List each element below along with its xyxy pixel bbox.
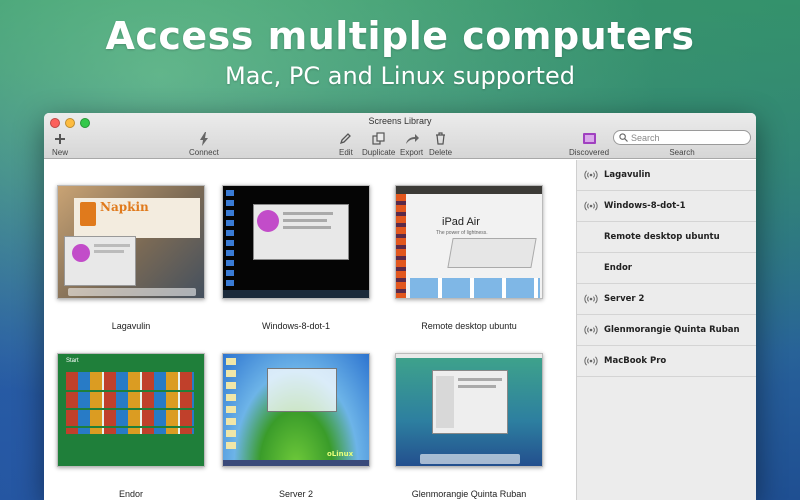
screen-name: Glenmorangie Quinta Ruban xyxy=(411,489,527,499)
screen-name: Lagavulin xyxy=(111,321,151,331)
sidebar-item-remote-desktop-ubuntu[interactable]: Remote desktop ubuntu xyxy=(577,222,756,253)
screens-library-window: Screens Library New Connect Edit Duplica… xyxy=(44,113,756,500)
headline: Access multiple computers xyxy=(105,14,695,58)
search-label: Search xyxy=(669,148,695,157)
discovered-button[interactable]: Discovered xyxy=(569,130,609,157)
broadcast-icon xyxy=(584,325,598,335)
lightning-icon xyxy=(199,130,209,147)
search-input[interactable] xyxy=(631,132,741,143)
screen-tile-windows-8-dot-1[interactable]: Windows-8-dot-1 xyxy=(222,185,370,331)
new-button[interactable]: New xyxy=(52,130,68,157)
napkin-logo-text: Napkin xyxy=(100,200,149,214)
duplicate-icon xyxy=(372,130,386,147)
export-label: Export xyxy=(400,148,424,157)
screen-thumbnail xyxy=(395,353,543,467)
ipad-tagline-text: The power of lightness. xyxy=(436,230,488,236)
broadcast-icon xyxy=(584,170,598,180)
search-control: Search xyxy=(613,130,751,157)
screens-grid: Napkin Lagavulin Windows-8-dot-1 iPad Ai… xyxy=(44,160,576,500)
screen-name: Remote desktop ubuntu xyxy=(421,321,517,331)
export-arrow-icon xyxy=(405,130,419,147)
subheadline: Mac, PC and Linux supported xyxy=(225,62,575,90)
export-button[interactable]: Export xyxy=(400,130,423,157)
screen-thumbnail: oLinux xyxy=(222,353,370,467)
discovered-sidebar: Lagavulin Windows-8-dot-1 Remote desktop… xyxy=(576,160,756,500)
sidebar-item-label: MacBook Pro xyxy=(604,356,667,366)
screen-tile-endor[interactable]: Start Endor xyxy=(57,353,205,499)
sidebar-item-label: Server 2 xyxy=(604,294,645,304)
sidebar-item-label: Lagavulin xyxy=(604,170,651,180)
connect-label: Connect xyxy=(189,148,219,157)
discovered-icon xyxy=(582,130,596,147)
sidebar-item-windows-8-dot-1[interactable]: Windows-8-dot-1 xyxy=(577,191,756,222)
screen-tile-server-2[interactable]: oLinux Server 2 xyxy=(222,353,370,499)
plus-icon xyxy=(54,130,66,147)
sidebar-item-label: Endor xyxy=(604,263,632,273)
sidebar-item-macbook-pro[interactable]: MacBook Pro xyxy=(577,346,756,377)
search-icon xyxy=(619,133,628,142)
screen-thumbnail: iPad Air The power of lightness. xyxy=(395,185,543,299)
start-text: Start xyxy=(66,358,79,364)
duplicate-button[interactable]: Duplicate xyxy=(362,130,395,157)
edit-label: Edit xyxy=(339,148,353,157)
window-toolbar: Screens Library New Connect Edit Duplica… xyxy=(44,113,756,159)
screen-tile-remote-desktop-ubuntu[interactable]: iPad Air The power of lightness. Remote … xyxy=(395,185,543,331)
screen-thumbnail: Start xyxy=(57,353,205,467)
screen-name: Endor xyxy=(118,489,144,499)
window-title: Screens Library xyxy=(368,116,432,126)
screen-thumbnail xyxy=(222,185,370,299)
sidebar-item-glenmorangie-quinta-ruban[interactable]: Glenmorangie Quinta Ruban xyxy=(577,315,756,346)
trash-icon xyxy=(435,130,446,147)
olinux-logo-text: oLinux xyxy=(327,450,354,458)
sidebar-item-endor[interactable]: Endor xyxy=(577,253,756,284)
connect-button[interactable]: Connect xyxy=(189,130,219,157)
sidebar-item-server-2[interactable]: Server 2 xyxy=(577,284,756,315)
discovered-label: Discovered xyxy=(569,148,610,157)
sidebar-item-label: Remote desktop ubuntu xyxy=(604,232,720,242)
screen-name: Server 2 xyxy=(278,489,313,499)
broadcast-icon xyxy=(584,294,598,304)
screen-tile-glenmorangie-quinta-ruban[interactable]: Glenmorangie Quinta Ruban xyxy=(395,353,543,499)
screen-name: Windows-8-dot-1 xyxy=(261,321,331,331)
broadcast-icon xyxy=(584,356,598,366)
search-field[interactable] xyxy=(613,130,751,145)
sidebar-item-label: Glenmorangie Quinta Ruban xyxy=(604,325,740,335)
delete-label: Delete xyxy=(429,148,453,157)
broadcast-icon xyxy=(584,201,598,211)
delete-button[interactable]: Delete xyxy=(429,130,452,157)
sidebar-item-lagavulin[interactable]: Lagavulin xyxy=(577,160,756,191)
duplicate-label: Duplicate xyxy=(362,148,396,157)
new-label: New xyxy=(52,148,69,157)
screen-tile-lagavulin[interactable]: Napkin Lagavulin xyxy=(57,185,205,331)
screen-thumbnail: Napkin xyxy=(57,185,205,299)
edit-button[interactable]: Edit xyxy=(339,130,353,157)
ipad-air-text: iPad Air xyxy=(442,216,480,228)
pencil-icon xyxy=(339,130,352,147)
sidebar-item-label: Windows-8-dot-1 xyxy=(604,201,686,211)
